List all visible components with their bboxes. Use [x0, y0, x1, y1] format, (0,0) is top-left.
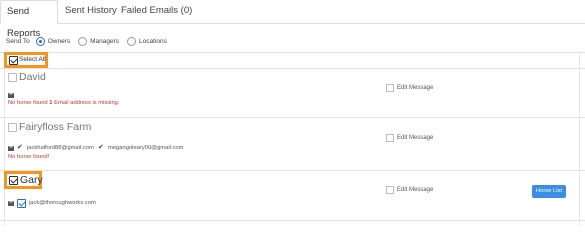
envelope-icon: [8, 201, 14, 206]
radio-locations-circle[interactable]: [127, 36, 137, 46]
select-all-checkbox[interactable]: [9, 56, 18, 65]
radio-owners-label: Owners: [47, 37, 71, 45]
tab-bar: Send Reports Sent History Failed Emails …: [0, 0, 585, 39]
radio-managers[interactable]: Managers: [78, 36, 120, 46]
check-icon: ✔: [17, 144, 23, 151]
email-checkbox-gary[interactable]: [17, 199, 26, 208]
email-address: jackhalford88@gmail.com: [27, 145, 94, 151]
radio-locations[interactable]: Locations: [127, 36, 167, 46]
owner-checkbox-gary[interactable]: [9, 176, 18, 185]
owner-checkbox-fairyfloss[interactable]: [8, 123, 17, 132]
envelope-icon: [8, 146, 14, 151]
edit-message-checkbox-fairyfloss[interactable]: [386, 134, 394, 142]
edit-message-label-fairyfloss: Edit Message: [397, 135, 434, 141]
email-address: jack@thoroughworks.com: [29, 200, 96, 206]
email-address: megangoleary00@gmail.com: [108, 145, 184, 151]
error-message-david: No horse found 1 Email address is missin…: [8, 100, 120, 106]
owner-checkbox-david[interactable]: [8, 73, 17, 82]
radio-owners[interactable]: Owners: [35, 36, 71, 46]
radio-locations-label: Locations: [139, 37, 167, 45]
send-to-group: Send To Owners Managers Locations: [6, 35, 175, 47]
error-count: 1: [49, 100, 53, 106]
edit-message-label-david: Edit Message: [397, 85, 434, 91]
radio-owners-circle[interactable]: [35, 36, 45, 46]
error-no-horse: No horse found: [8, 100, 48, 106]
envelope-icon: [8, 93, 14, 98]
divider-owner-2: [0, 170, 585, 171]
owner-name-gary: Gary: [20, 174, 43, 186]
horse-list-button[interactable]: Horse List: [532, 185, 566, 198]
divider-top: [0, 52, 585, 53]
select-all-label: Select All: [19, 56, 46, 63]
edit-message-checkbox-david[interactable]: [386, 84, 394, 92]
divider-select-all: [0, 68, 585, 69]
radio-managers-label: Managers: [90, 37, 120, 45]
check-icon: ✔: [98, 144, 104, 151]
list-border-right: [579, 52, 580, 226]
tab-sent-history[interactable]: Sent History: [59, 0, 123, 24]
send-to-label: Send To: [6, 37, 30, 45]
radio-managers-circle[interactable]: [78, 36, 88, 46]
tab-send-reports[interactable]: Send Reports: [0, 0, 58, 39]
owner-name-david: David: [19, 71, 46, 83]
edit-message-checkbox-gary[interactable]: [386, 186, 394, 194]
divider-owner-3: [0, 220, 585, 221]
list-border-left: [4, 52, 5, 226]
owner-name-fairyfloss: Fairyfloss Farm: [19, 121, 92, 133]
error-message-fairyfloss: No horse found!: [8, 154, 50, 160]
edit-message-label-gary: Edit Message: [397, 187, 434, 193]
divider-owner-1: [0, 117, 585, 118]
tab-failed-emails[interactable]: Failed Emails (0): [115, 0, 198, 24]
error-email-missing: Email address is missing.: [54, 100, 120, 106]
